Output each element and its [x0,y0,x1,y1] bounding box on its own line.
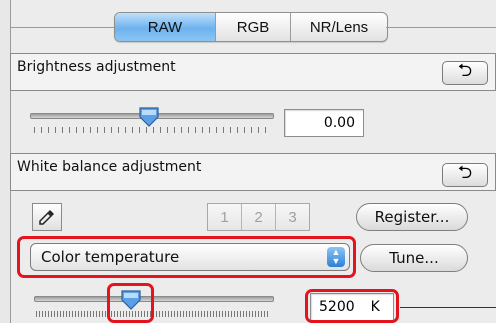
eyedropper-icon [39,210,54,225]
temperature-slider-ticks [36,311,270,317]
wb-preset-1[interactable]: 1 [208,204,242,230]
brightness-slider-thumb[interactable] [138,106,160,128]
wb-preset-3[interactable]: 3 [276,204,309,230]
brightness-title: Brightness adjustment [17,59,176,75]
tune-button[interactable]: Tune... [360,244,468,272]
tab-divider-right [386,27,496,28]
wb-mode-select[interactable]: Color temperature ▲ ▼ [30,243,350,271]
select-stepper-icon: ▲ ▼ [327,247,345,267]
tab-nr-lens[interactable]: NR/Lens [291,13,387,41]
eyedropper-button[interactable] [32,203,62,231]
white-balance-header: White balance adjustment [10,153,496,191]
reset-arrow-icon: ⮌ [457,162,473,182]
brightness-reset-button[interactable]: ⮌ [442,60,488,85]
reset-arrow-icon: ⮌ [457,60,473,80]
temperature-unit: K [370,299,380,315]
wb-preset-group: 1 2 3 [207,203,310,231]
tab-rgb[interactable]: RGB [216,13,291,41]
tab-bar: RAW RGB NR/Lens [114,12,388,42]
temperature-value-field[interactable]: 5200 K [310,293,394,321]
brightness-header: Brightness adjustment [10,53,496,91]
temperature-slider-track[interactable] [34,296,274,302]
tab-raw[interactable]: RAW [115,13,216,41]
wb-mode-selected: Color temperature [41,248,180,266]
temperature-slider-thumb[interactable] [120,289,142,311]
brightness-value-field[interactable]: 0.00 [284,109,364,137]
temperature-value: 5200 [319,299,355,315]
wb-preset-2[interactable]: 2 [242,204,276,230]
white-balance-title: White balance adjustment [17,159,202,175]
register-button[interactable]: Register... [356,203,468,231]
white-balance-reset-button[interactable]: ⮌ [442,162,488,187]
tab-divider-left [10,27,114,28]
temperature-leader-line [400,307,496,308]
